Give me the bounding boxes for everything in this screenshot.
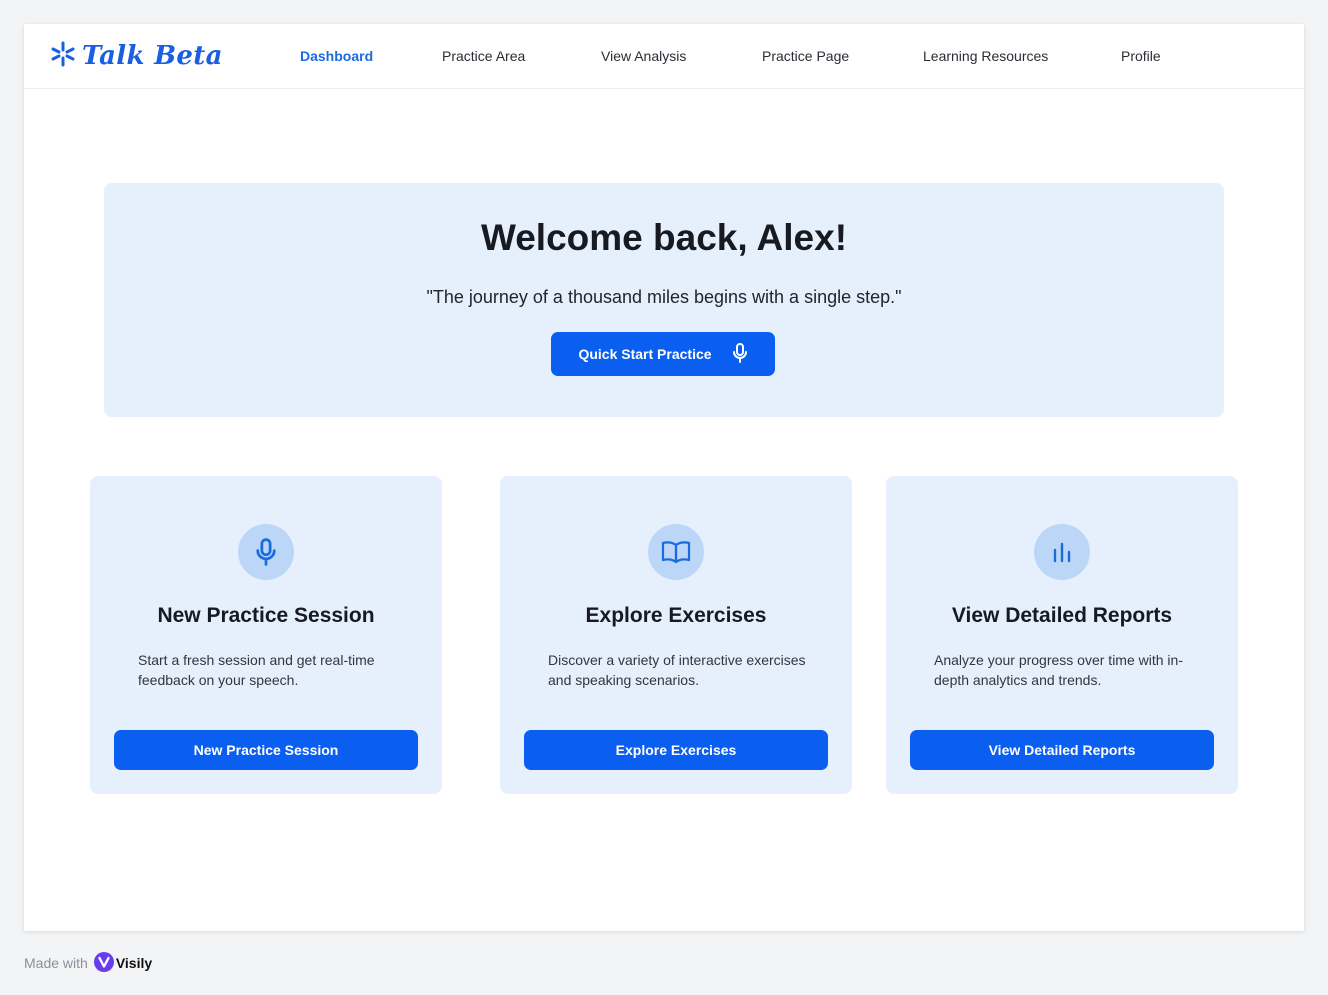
card-description: Discover a variety of interactive exerci… xyxy=(548,652,806,688)
visily-brand: Visily xyxy=(93,951,153,975)
made-with-text: Made with xyxy=(24,955,88,971)
card-title: View Detailed Reports xyxy=(951,604,1173,627)
visily-brand-text: Visily xyxy=(115,955,153,971)
nav-profile[interactable]: Profile xyxy=(1121,48,1161,64)
logo[interactable]: Talk Beta xyxy=(50,38,223,74)
motivational-quote: "The journey of a thousand miles begins … xyxy=(426,287,902,307)
bar-chart-icon xyxy=(1034,524,1090,580)
nav-practice-page[interactable]: Practice Page xyxy=(762,48,849,64)
view-detailed-reports-button[interactable]: View Detailed Reports xyxy=(910,730,1214,770)
card-description: Start a fresh session and get real-time … xyxy=(138,652,375,688)
microphone-icon xyxy=(732,342,748,366)
nav-learning-resources[interactable]: Learning Resources xyxy=(923,48,1048,64)
card-title: New Practice Session xyxy=(157,604,375,627)
logo-text: Talk Beta xyxy=(82,41,223,71)
app-window: Talk Beta Dashboard Practice Area View A… xyxy=(24,24,1304,931)
microphone-icon xyxy=(238,524,294,580)
new-practice-session-button[interactable]: New Practice Session xyxy=(114,730,418,770)
visily-logo-icon xyxy=(93,951,114,975)
nav-dashboard[interactable]: Dashboard xyxy=(300,48,373,64)
sparkle-logo-icon xyxy=(50,41,76,72)
nav-practice-area[interactable]: Practice Area xyxy=(442,48,525,64)
quick-start-label: Quick Start Practice xyxy=(578,346,712,362)
card-explore-exercises: Explore Exercises Discover a variety of … xyxy=(500,476,852,794)
card-title: Explore Exercises xyxy=(585,604,767,627)
quick-start-practice-button[interactable]: Quick Start Practice xyxy=(551,332,775,376)
card-description: Analyze your progress over time with in-… xyxy=(934,652,1183,688)
book-icon xyxy=(648,524,704,580)
card-view-detailed-reports: View Detailed Reports Analyze your progr… xyxy=(886,476,1238,794)
welcome-banner: Welcome back, Alex! "The journey of a th… xyxy=(104,183,1224,417)
welcome-title: Welcome back, Alex! xyxy=(480,217,848,258)
explore-exercises-button[interactable]: Explore Exercises xyxy=(524,730,828,770)
nav-view-analysis[interactable]: View Analysis xyxy=(601,48,686,64)
top-navbar: Talk Beta Dashboard Practice Area View A… xyxy=(24,24,1304,89)
made-with-badge[interactable]: Made with Visily xyxy=(24,951,153,975)
card-new-practice-session: New Practice Session Start a fresh sessi… xyxy=(90,476,442,794)
